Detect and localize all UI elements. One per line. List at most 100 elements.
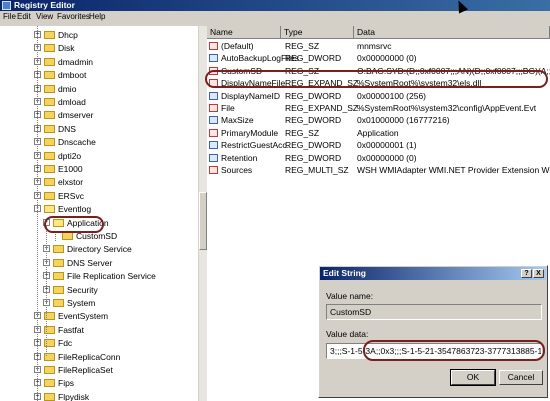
ok-button[interactable]: OK	[450, 369, 496, 386]
tree-item-label: Security	[67, 284, 98, 295]
tree-item[interactable]: + dmload	[0, 96, 198, 108]
tree-item[interactable]: + elxstor	[0, 176, 198, 188]
tree-guide-line	[37, 26, 38, 401]
folder-icon	[44, 392, 55, 401]
tree-item-label: dpti2o	[58, 150, 82, 161]
tree-item[interactable]: + FileReplicaSet	[0, 364, 198, 376]
tree-item[interactable]: - Application	[0, 217, 198, 229]
tree-item-label: Fips	[58, 378, 75, 389]
tree-item[interactable]: + ERSvc	[0, 190, 198, 202]
tree-item[interactable]: + DNS Server	[0, 257, 198, 269]
tree-item-label: dmload	[58, 97, 86, 107]
tree-item[interactable]: + EventSystem	[0, 310, 198, 322]
close-button[interactable]: X	[533, 269, 544, 278]
folder-icon	[53, 218, 64, 227]
menu-edit[interactable]: Edit	[17, 12, 31, 21]
tree-item-label: Fdc	[58, 338, 73, 349]
value-data-text: A;;0x3;;;S-1-5-21-3547863723-3777313885-…	[370, 346, 542, 356]
menu-bar: File Edit View Favorites Help	[0, 11, 550, 23]
value-row[interactable]: DisplayNameFile REG_EXPAND_SZ %SystemRoot%…	[207, 77, 550, 89]
value-row[interactable]: MaxSize REG_DWORD 0x01000000 (16777216)	[207, 114, 550, 126]
tree-item[interactable]: + dmboot	[0, 69, 198, 81]
folder-icon	[44, 111, 55, 120]
value-row[interactable]: CustomSD REG_SZ O:BAG:SYD:(D;;0xf0007;;;AN…	[207, 65, 550, 77]
menu-view[interactable]: View	[36, 12, 53, 21]
tree-item[interactable]: + dmio	[0, 83, 198, 95]
value-row[interactable]: DisplayNameID REG_DWORD 0x00000100 (256)	[207, 90, 550, 102]
value-type: REG_DWORD	[285, 90, 342, 101]
column-header-name[interactable]: Name	[207, 26, 281, 39]
folder-icon	[44, 84, 55, 93]
value-row[interactable]: PrimaryModule REG_SZ Application	[207, 127, 550, 139]
tree-scroll-thumb[interactable]	[199, 192, 207, 250]
tree-item[interactable]: + dmadmin	[0, 56, 198, 68]
tree-item[interactable]: + Flpydisk	[0, 391, 198, 401]
help-button[interactable]: ?	[521, 269, 532, 278]
folder-icon	[44, 151, 55, 160]
value-data: O:BAG:SYD:(D;;0xf0007;;;AN)(D;;0xf0007;;…	[357, 65, 550, 76]
menu-favorites[interactable]: Favorites	[57, 12, 90, 21]
tree-item[interactable]: + DNS	[0, 123, 198, 135]
window-title: Registry Editor	[14, 0, 75, 10]
tree-guide-line	[55, 231, 56, 241]
tree-item[interactable]: + File Replication Service	[0, 270, 198, 282]
tree-item-label: Directory Service	[67, 244, 132, 255]
column-header-data[interactable]: Data	[354, 26, 550, 39]
tree-item[interactable]: + Directory Service	[0, 243, 198, 255]
value-data: mnmsrvc	[357, 41, 392, 51]
tree-item-label: Dhcp	[58, 30, 78, 40]
tree-item[interactable]: + E1000	[0, 163, 198, 175]
tree-item[interactable]: + Disk	[0, 42, 198, 54]
tree-guide-line	[46, 226, 47, 356]
value-row[interactable]: RestrictGuestAcc... REG_DWORD 0x00000001 (…	[207, 139, 550, 151]
tree-item-label: DNS Server	[67, 257, 113, 268]
value-type: REG_DWORD	[285, 115, 342, 126]
collapse-icon[interactable]: -	[43, 218, 50, 226]
binary-value-icon	[209, 91, 218, 100]
tree-item[interactable]: + FileReplicaConn	[0, 351, 198, 363]
value-data: 0x00000100 (256)	[357, 90, 427, 101]
folder-icon	[44, 165, 55, 173]
tree-item-label: Eventlog	[58, 204, 92, 215]
tree-item[interactable]: + Fdc	[0, 337, 198, 349]
value-name: MaxSize	[221, 115, 254, 126]
menu-file[interactable]: File	[3, 12, 16, 21]
value-row[interactable]: AutoBackupLogFiles REG_DWORD 0x00000000 (0…	[207, 52, 550, 64]
value-row[interactable]: File REG_EXPAND_SZ %SystemRoot%\system32\c…	[207, 102, 550, 114]
tree-item-label: dmserver	[58, 110, 94, 121]
tree-item[interactable]: + dmserver	[0, 109, 198, 121]
key-tree[interactable]: + Dhcp + Disk + dmadmin + dmboot + dmio + dmload + dm…	[0, 26, 198, 401]
value-data: Application	[357, 127, 399, 138]
tree-item[interactable]: + Fastfat	[0, 324, 198, 336]
value-type: REG_SZ	[285, 65, 320, 76]
value-name: Sources	[221, 165, 253, 175]
column-header-type[interactable]: Type	[281, 26, 354, 39]
tree-item-label: FileReplicaConn	[58, 351, 121, 362]
tree-item[interactable]: + System	[0, 297, 198, 309]
cancel-button[interactable]: Cancel	[499, 370, 543, 385]
folder-icon	[53, 285, 64, 294]
tree-item[interactable]: + Dhcp	[0, 29, 198, 41]
value-data-field[interactable]: 3;;;S-1-5-3A;;0x3;;;S-1-5-21-3547863723-…	[326, 343, 542, 359]
tree-scrollbar[interactable]	[198, 26, 207, 401]
tree-item[interactable]: + Fips	[0, 377, 198, 389]
value-name: File	[221, 103, 235, 113]
tree-item[interactable]: + dpti2o	[0, 150, 198, 162]
value-name: Retention	[221, 152, 258, 163]
tree-item[interactable]: CustomSD	[0, 230, 198, 242]
tree-item[interactable]: + Dnscache	[0, 136, 198, 148]
folder-icon	[44, 191, 55, 200]
menu-help[interactable]: Help	[89, 12, 105, 21]
folder-icon	[44, 366, 55, 374]
binary-value-icon	[209, 141, 218, 150]
value-name-field[interactable]: CustomSD	[326, 304, 542, 320]
tree-item-label: Fastfat	[58, 324, 84, 335]
folder-icon	[44, 124, 55, 133]
tree-item-label: CustomSD	[76, 231, 118, 241]
tree-item[interactable]: + Security	[0, 284, 198, 296]
value-row[interactable]: Retention REG_DWORD 0x00000000 (0)	[207, 152, 550, 164]
value-row[interactable]: (Default) REG_SZ mnmsrvc	[207, 40, 550, 52]
tree-item[interactable]: - Eventlog	[0, 203, 198, 215]
folder-icon	[53, 258, 64, 267]
value-row[interactable]: Sources REG_MULTI_SZ WSH WMIAdapter WMI.NE…	[207, 164, 550, 176]
